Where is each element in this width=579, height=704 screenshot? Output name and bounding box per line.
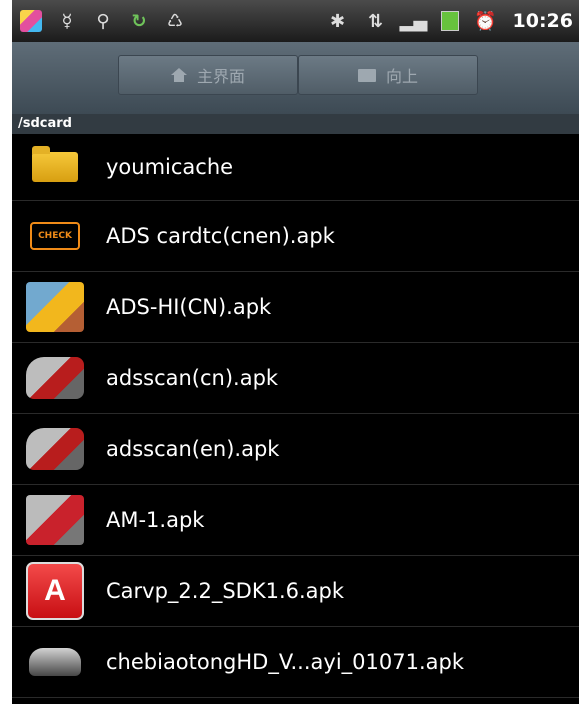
file-name: adsscan(en).apk [106,437,280,461]
list-item-carvp[interactable]: A Carvp_2.2_SDK1.6.apk [12,556,579,627]
red-a-app-icon: A [24,562,86,620]
list-item-adsscan-cn[interactable]: adsscan(cn).apk [12,343,579,414]
battery-icon [440,11,459,31]
file-name: Carvp_2.2_SDK1.6.apk [106,579,345,603]
car-icon [24,635,86,689]
home-icon [170,68,187,82]
file-name: adsscan(cn).apk [106,366,279,390]
list-item-ads-cardtc[interactable]: CHECK ADS cardtc(cnen).apk [12,201,579,272]
status-bar: ☿ ⚲ ↻ ♺ ✱ ⇅ ▂▄ ⏰ 10:26 [12,0,579,42]
usb-debug-icon: ☿ [61,10,73,32]
signal-icon: ▂▄ [399,10,428,32]
car-scan-icon [24,422,86,476]
up-button-label: 向上 [385,67,418,86]
folder-icon [24,140,86,194]
network-type-icon: ⇅ [367,10,384,32]
sync-icon: ↻ [131,10,147,32]
list-item-youmicache[interactable]: youmicache [12,134,579,201]
list-item-ads-hi[interactable]: ADS-HI(CN).apk [12,272,579,343]
alarm-icon: ⏰ [474,10,497,32]
usb-icon: ⚲ [96,10,110,32]
list-item-am-1[interactable]: AM-1.apk [12,485,579,556]
file-name: chebiaotongHD_V...ayi_01071.apk [106,650,464,674]
list-item-chebiaotong[interactable]: chebiaotongHD_V...ayi_01071.apk [12,627,579,698]
motorcycle-icon [24,493,86,547]
status-time: 10:26 [512,10,573,32]
file-name: ADS-HI(CN).apk [106,295,272,319]
up-button[interactable]: 向上 [298,55,478,95]
file-name: youmicache [106,155,234,179]
folder-up-icon [357,68,376,82]
home-button[interactable]: 主界面 [118,55,298,95]
app-icon [20,10,42,32]
list-item-adsscan-en[interactable]: adsscan(en).apk [12,414,579,485]
car-scan-icon [24,351,86,405]
recycle-icon: ♺ [166,10,184,32]
bluetooth-icon: ✱ [329,10,346,32]
truck-mechanic-icon [24,280,86,334]
file-list: youmicache CHECK ADS cardtc(cnen).apk AD… [12,134,579,698]
file-name: AM-1.apk [106,508,205,532]
current-path: /sdcard [12,114,579,134]
toolbar: 主界面 向上 [12,42,579,115]
file-name: ADS cardtc(cnen).apk [106,224,335,248]
home-button-label: 主界面 [196,67,245,86]
left-frame-edge [0,0,12,704]
check-engine-icon: CHECK [24,209,86,263]
